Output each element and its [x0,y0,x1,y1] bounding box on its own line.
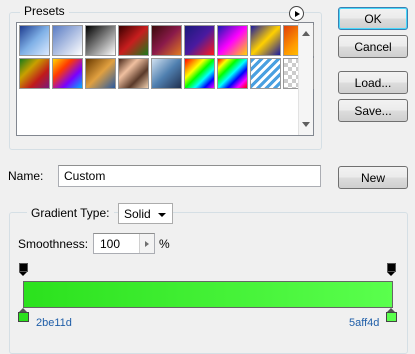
preset-swatch[interactable] [217,58,248,89]
preset-swatches [19,25,314,89]
preset-swatch[interactable] [85,25,116,56]
preset-swatch[interactable] [151,25,182,56]
smoothness-value: 100 [100,237,121,251]
gradient-type-select[interactable]: Solid [118,203,173,224]
presets-menu-icon[interactable] [289,6,304,21]
smoothness-unit: % [159,237,170,251]
smoothness-field[interactable]: 100 [93,233,155,254]
preset-swatch[interactable] [151,58,182,89]
gradient-type-label: Gradient Type: [27,206,114,220]
ok-button[interactable]: OK [338,7,408,30]
preset-swatch[interactable] [184,25,215,56]
color-stop-left-label: 2be11d [36,317,72,329]
preset-swatch[interactable] [19,25,50,56]
name-field[interactable]: Custom [58,165,321,187]
preset-swatch[interactable] [118,25,149,56]
preset-swatch[interactable] [118,58,149,89]
color-stop-right-label: 5aff4d [349,317,380,329]
save-button[interactable]: Save... [338,99,408,122]
scroll-down-icon[interactable] [302,122,310,127]
chevron-down-icon [158,213,166,217]
scroll-up-icon[interactable] [302,31,310,36]
preset-swatch[interactable] [52,58,83,89]
load-button[interactable]: Load... [338,71,408,94]
preset-swatch[interactable] [250,25,281,56]
preset-swatch[interactable] [19,58,50,89]
preset-swatch[interactable] [217,25,248,56]
smoothness-stepper-icon[interactable] [139,234,154,253]
smoothness-label: Smoothness: [18,237,89,251]
preset-swatch[interactable] [250,58,281,89]
cancel-button[interactable]: Cancel [338,35,408,58]
new-button[interactable]: New [338,166,408,189]
presets-label: Presets [20,4,69,18]
opacity-stop-right[interactable] [387,263,396,277]
color-stop-right[interactable] [386,308,397,322]
preset-swatch[interactable] [52,25,83,56]
preset-swatch[interactable] [85,58,116,89]
opacity-stop-left[interactable] [19,263,28,277]
preset-scrollbar[interactable] [298,23,313,135]
preset-list [16,22,314,136]
gradient-ramp[interactable] [23,281,393,308]
preset-swatch[interactable] [184,58,215,89]
color-stop-left[interactable] [18,308,29,322]
name-label: Name: [8,169,44,183]
gradient-type-value: Solid [124,206,151,221]
